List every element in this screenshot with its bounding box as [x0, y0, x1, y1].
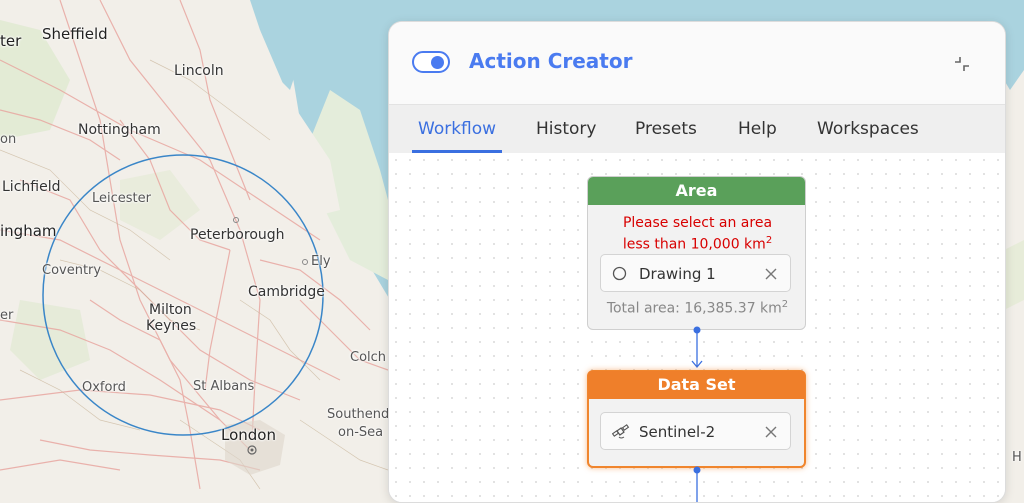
city-label: Milton [149, 302, 192, 318]
collapse-icon [955, 57, 969, 71]
collapse-button[interactable] [951, 53, 973, 75]
city-label: Colch [350, 350, 387, 365]
city-label: H [1012, 450, 1022, 465]
area-error-sup: 2 [765, 235, 773, 246]
city-label: Oxford [82, 380, 126, 395]
dataset-node-title: Data Set [588, 371, 805, 399]
tab-workspaces[interactable]: Workspaces [817, 119, 919, 139]
city-label: ter [0, 32, 22, 50]
area-error-line2: less than 10,000 km [622, 236, 766, 253]
city-label: Cambridge [248, 284, 325, 300]
tab-presets[interactable]: Presets [635, 119, 697, 139]
city-label: Nottingham [78, 122, 161, 138]
drawing-label: Drawing 1 [639, 265, 716, 283]
city-label: er [0, 308, 14, 323]
toggle-knob [431, 56, 444, 69]
tab-history[interactable]: History [536, 119, 596, 139]
drawing-chip[interactable]: Drawing 1 [600, 254, 791, 292]
area-node[interactable]: Area Please select an area less than 10,… [587, 176, 806, 330]
area-total-label: Total area: 16,385.37 km [606, 300, 782, 317]
area-total: Total area: 16,385.37 km2 [588, 299, 807, 317]
city-label: Peterborough [190, 227, 285, 243]
city-label: Sheffield [42, 25, 108, 43]
city-label: on [0, 132, 17, 147]
city-label: Southend- [327, 407, 394, 422]
city-label: London [221, 426, 276, 444]
city-label: Lincoln [174, 63, 224, 79]
tab-help[interactable]: Help [738, 119, 777, 139]
area-error-message: Please select an area less than 10,000 k… [588, 215, 807, 254]
city-label: St Albans [193, 379, 255, 394]
area-error-line1: Please select an area [622, 215, 773, 231]
city-label: Lichfield [2, 179, 61, 195]
city-label: Keynes [146, 318, 197, 334]
satellite-icon [611, 424, 630, 444]
city-label: Leicester [92, 191, 151, 206]
panel-title: Action Creator [469, 49, 633, 73]
dataset-chip[interactable]: Sentinel-2 [600, 412, 791, 450]
dataset-label: Sentinel-2 [639, 423, 716, 441]
circle-icon [612, 266, 627, 285]
city-label: Coventry [42, 263, 102, 278]
tab-workflow[interactable]: Workflow [418, 119, 496, 139]
action-creator-panel: Action Creator Workflow History Presets … [388, 21, 1006, 503]
workflow-canvas[interactable]: Area Please select an area less than 10,… [389, 153, 1005, 502]
city-label: ingham [0, 222, 57, 240]
remove-drawing-icon[interactable] [764, 266, 778, 285]
dataset-node[interactable]: Data Set Sentinel-2 [587, 370, 806, 468]
area-total-sup: 2 [781, 299, 789, 310]
city-label: on-Sea [338, 425, 384, 440]
tab-bar: Workflow History Presets Help Workspaces [389, 104, 1005, 154]
panel-toggle[interactable] [412, 51, 450, 73]
panel-header: Action Creator [389, 22, 1005, 104]
remove-dataset-icon[interactable] [764, 424, 778, 443]
city-label: Ely [311, 254, 331, 269]
connector-arrow [691, 326, 703, 369]
area-node-title: Area [588, 177, 805, 205]
connector-line [693, 466, 701, 502]
